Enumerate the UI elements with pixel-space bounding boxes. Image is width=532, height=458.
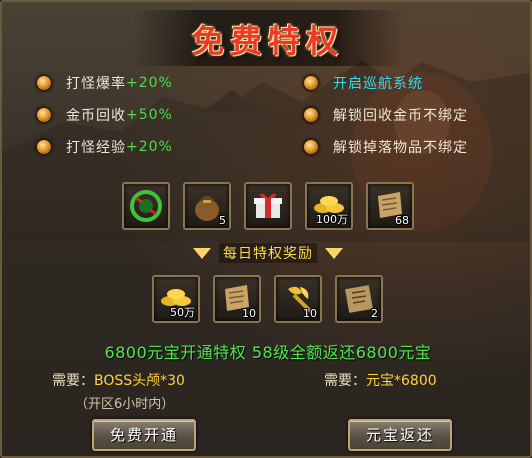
requirement-right: 需要：元宝*6800 bbox=[324, 370, 437, 390]
perk-unbind-drops: 解锁掉落物品不绑定 bbox=[303, 135, 468, 159]
perk-drop-rate: 打怪爆率 +20% bbox=[36, 71, 173, 95]
refund-button[interactable]: 元宝返还 bbox=[348, 419, 452, 451]
perk-gold-recycle: 金币回收 +50% bbox=[36, 103, 173, 127]
reward-slot[interactable] bbox=[122, 182, 170, 230]
daily-rewards-header: 每日特权奖励 bbox=[182, 242, 354, 264]
requirement-value: 元宝*6800 bbox=[366, 373, 437, 389]
daily-reward-slot[interactable]: 2 bbox=[335, 275, 383, 323]
item-quantity: 10 bbox=[303, 307, 317, 320]
green-orb-icon bbox=[130, 190, 162, 222]
item-quantity: 68 bbox=[395, 214, 409, 227]
free-privilege-panel: 免费特权 打怪爆率 +20% 金币回收 +50% 打怪经验 +20% 开启巡航系… bbox=[0, 0, 532, 458]
item-quantity: 2 bbox=[371, 307, 378, 320]
triangle-down-icon bbox=[193, 247, 211, 259]
item-quantity: 10 bbox=[242, 307, 256, 320]
requirement-left: 需要：BOSS头颅*30 bbox=[52, 370, 185, 390]
time-limit-note: （开区6小时内） bbox=[75, 397, 175, 412]
daily-reward-slot[interactable]: 10 bbox=[213, 275, 261, 323]
privilege-summary: 6800元宝开通特权 58级全额返还6800元宝 bbox=[104, 343, 432, 362]
item-quantity: 50万 bbox=[170, 306, 195, 319]
orb-bullet-icon bbox=[303, 107, 319, 123]
perk-value: +50% bbox=[126, 107, 173, 123]
requirement-label: 需要： bbox=[52, 373, 94, 389]
orb-bullet-icon bbox=[303, 75, 319, 91]
requirement-value: BOSS头颅*30 bbox=[94, 373, 185, 389]
daily-reward-slot[interactable]: 10 bbox=[274, 275, 322, 323]
orb-bullet-icon bbox=[36, 107, 52, 123]
perk-label: 打怪爆率 bbox=[66, 76, 126, 92]
daily-rewards-label: 每日特权奖励 bbox=[219, 243, 317, 263]
requirement-label: 需要： bbox=[324, 373, 366, 389]
perk-label: 解锁掉落物品不绑定 bbox=[333, 140, 468, 156]
daily-reward-slot[interactable]: 50万 bbox=[152, 275, 200, 323]
panel-title: 免费特权 bbox=[191, 22, 344, 60]
triangle-down-icon bbox=[325, 247, 343, 259]
reward-slot[interactable]: 5 bbox=[183, 182, 231, 230]
gift-box-icon bbox=[254, 193, 282, 218]
perk-label: 开启巡航系统 bbox=[333, 76, 423, 92]
perk-label: 解锁回收金币不绑定 bbox=[333, 108, 468, 124]
reward-slot[interactable]: 100万 bbox=[305, 182, 353, 230]
reward-slot[interactable]: 68 bbox=[366, 182, 414, 230]
reward-slot[interactable] bbox=[244, 182, 292, 230]
perk-auto-cruise: 开启巡航系统 bbox=[303, 71, 423, 95]
item-quantity: 100万 bbox=[316, 213, 348, 226]
perk-value: +20% bbox=[126, 139, 173, 155]
orb-bullet-icon bbox=[36, 139, 52, 155]
perk-exp: 打怪经验 +20% bbox=[36, 135, 173, 159]
perk-value: +20% bbox=[126, 75, 173, 91]
item-quantity: 5 bbox=[219, 214, 226, 227]
perk-label: 金币回收 bbox=[66, 108, 126, 124]
perk-unbind-gold: 解锁回收金币不绑定 bbox=[303, 103, 468, 127]
orb-bullet-icon bbox=[303, 139, 319, 155]
free-open-button[interactable]: 免费开通 bbox=[92, 419, 196, 451]
orb-bullet-icon bbox=[36, 75, 52, 91]
perk-label: 打怪经验 bbox=[66, 140, 126, 156]
